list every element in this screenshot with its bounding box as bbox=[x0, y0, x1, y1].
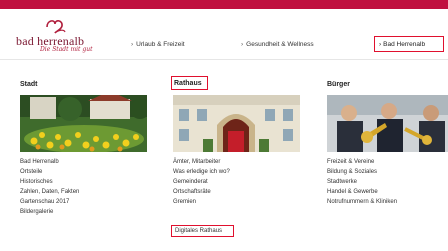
menu-link[interactable]: Gemeinderat bbox=[173, 177, 230, 187]
nav-item-gesundheit-wellness[interactable]: › Gesundheit & Wellness bbox=[241, 41, 314, 48]
menu-link[interactable]: Historisches bbox=[20, 177, 79, 187]
top-accent-bar bbox=[0, 0, 448, 9]
column-title-stadt[interactable]: Stadt bbox=[20, 81, 38, 88]
site-header: bad herrenalb Die Stadt mit gut › Urlaub … bbox=[0, 9, 448, 60]
nav-item-label: Gesundheit & Wellness bbox=[246, 41, 314, 48]
menu-link[interactable]: Bildergalerie bbox=[20, 207, 79, 217]
menu-link[interactable]: Gartenschau 2017 bbox=[20, 197, 79, 207]
menu-link[interactable]: Gremien bbox=[173, 197, 230, 207]
chevron-right-icon: › bbox=[379, 41, 382, 48]
buerger-photo[interactable] bbox=[327, 95, 448, 152]
nav-item-label: Bad Herrenalb bbox=[383, 41, 426, 48]
nav-item-label: Urlaub & Freizeit bbox=[136, 41, 185, 48]
rathaus-photo[interactable] bbox=[173, 95, 300, 152]
menu-link[interactable]: Bad Herrenalb bbox=[20, 157, 79, 167]
heart-logo-icon bbox=[46, 20, 66, 34]
menu-link[interactable]: Ortschaftsräte bbox=[173, 187, 230, 197]
menu-link[interactable]: Handel & Gewerbe bbox=[327, 187, 397, 197]
nav-item-bad-herrenalb[interactable]: › Bad Herrenalb bbox=[374, 36, 444, 52]
stadt-links: Bad Herrenalb Ortsteile Historisches Zah… bbox=[20, 157, 79, 217]
menu-link[interactable]: Ämter, Mitarbeiter bbox=[173, 157, 230, 167]
stadt-photo[interactable] bbox=[20, 95, 147, 152]
menu-link[interactable]: Stadtwerke bbox=[327, 177, 397, 187]
nav-item-urlaub-freizeit[interactable]: › Urlaub & Freizeit bbox=[131, 41, 185, 48]
menu-link[interactable]: Zahlen, Daten, Fakten bbox=[20, 187, 79, 197]
menu-link[interactable]: Was erledige ich wo? bbox=[173, 167, 230, 177]
site-logo[interactable]: bad herrenalb Die Stadt mit gut bbox=[16, 17, 106, 55]
rathaus-links: Ämter, Mitarbeiter Was erledige ich wo? … bbox=[173, 157, 230, 207]
menu-link-digitales-rathaus[interactable]: Digitales Rathaus bbox=[171, 225, 234, 237]
chevron-right-icon: › bbox=[241, 41, 244, 48]
buerger-links: Freizeit & Vereine Bildung & Soziales St… bbox=[327, 157, 397, 207]
chevron-right-icon: › bbox=[131, 41, 134, 48]
logo-tagline: Die Stadt mit gut bbox=[40, 46, 93, 53]
column-title-rathaus[interactable]: Rathaus bbox=[171, 76, 208, 90]
menu-link[interactable]: Ortsteile bbox=[20, 167, 79, 177]
menu-link[interactable]: Notrufnummern & Kliniken bbox=[327, 197, 397, 207]
menu-link[interactable]: Freizeit & Vereine bbox=[327, 157, 397, 167]
column-title-buerger[interactable]: Bürger bbox=[327, 81, 350, 88]
menu-link[interactable]: Bildung & Soziales bbox=[327, 167, 397, 177]
